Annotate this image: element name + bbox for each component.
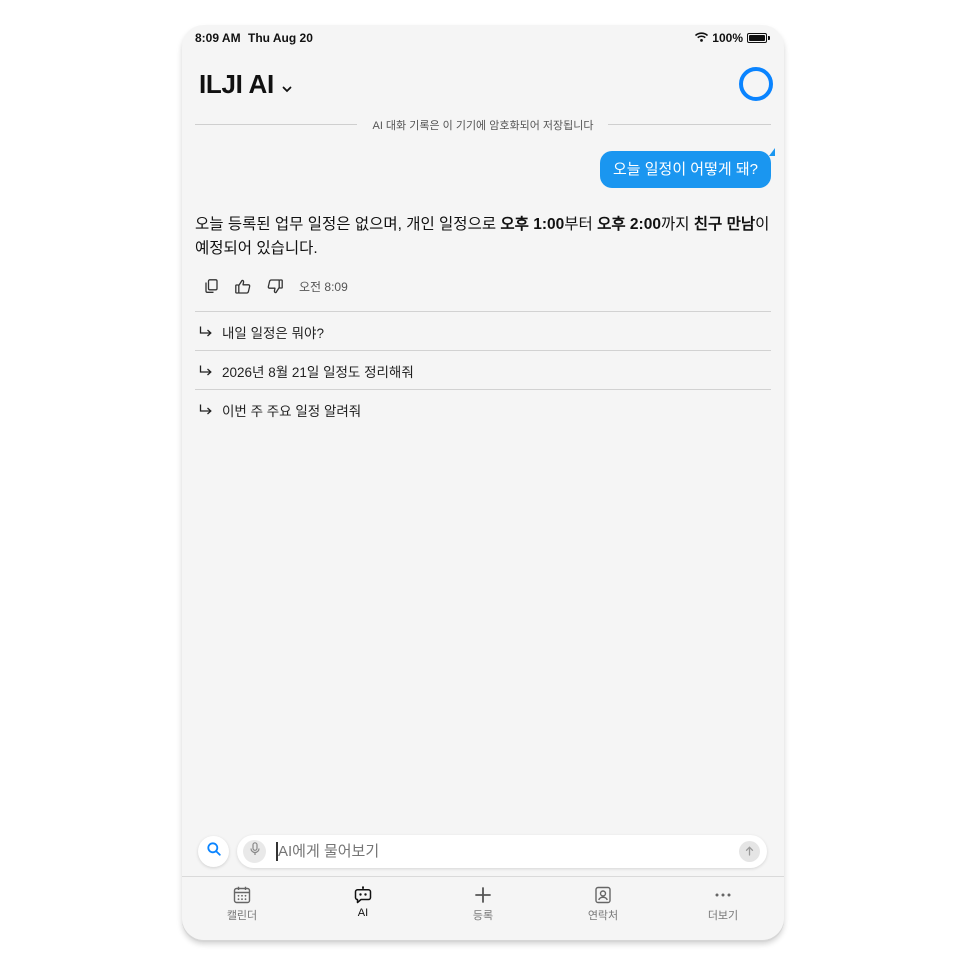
tab-label: AI	[357, 907, 369, 919]
page-title: ILJI AI	[199, 69, 274, 99]
chat-input[interactable]	[278, 843, 718, 860]
ai-orb-icon[interactable]	[739, 67, 773, 101]
reply-arrow-icon	[199, 326, 212, 338]
reply-arrow-icon	[199, 365, 212, 377]
search-icon	[206, 842, 221, 861]
plus-icon	[474, 885, 492, 905]
message-time: 오전 8:09	[299, 279, 348, 294]
mic-icon	[249, 842, 260, 861]
copy-icon[interactable]	[202, 277, 220, 295]
status-time: 8:09 AM	[195, 31, 241, 45]
suggestion-item[interactable]: 2026년 8월 21일 일정도 정리해줘	[195, 350, 771, 390]
suggestion-item[interactable]: 내일 일정은 뭐야?	[195, 311, 771, 351]
status-indicators: 100%	[695, 31, 770, 45]
user-message-bubble: 오늘 일정이 어떻게 돼?	[599, 151, 771, 188]
battery-percent: 100%	[712, 31, 743, 45]
wifi-icon	[695, 31, 709, 45]
search-button[interactable]	[198, 836, 229, 867]
arrow-up-icon	[745, 843, 754, 861]
battery-icon	[747, 33, 767, 43]
status-date: Thu Aug 20	[248, 31, 313, 45]
calendar-icon	[233, 885, 251, 905]
chevron-down-icon	[282, 69, 292, 100]
thumbs-down-icon[interactable]	[266, 277, 284, 295]
suggestion-item[interactable]: 이번 주 주요 일정 알려줘	[195, 389, 771, 429]
message-actions: 오전 8:09	[202, 275, 348, 297]
contacts-icon	[594, 885, 612, 905]
encryption-notice: AI 대화 기록은 이 기기에 암호화되어 저장됩니다	[182, 117, 784, 133]
ai-message: 오늘 등록된 업무 일정은 없으며, 개인 일정으로 오후 1:00부터 오후 …	[195, 216, 770, 257]
tab-label: 연락처	[587, 910, 619, 922]
tab-more[interactable]: 더보기	[683, 885, 763, 923]
tab-contacts[interactable]: 연락처	[563, 885, 643, 923]
chat-input-bar	[237, 835, 767, 868]
send-button[interactable]	[739, 841, 760, 862]
tab-add[interactable]: 등록	[443, 885, 523, 923]
app-window: 8:09 AM Thu Aug 20 100% ILJI AI AI 대화 기록…	[182, 25, 784, 940]
tab-label: 등록	[472, 910, 494, 922]
ai-bot-icon	[354, 885, 372, 905]
reply-arrow-icon	[199, 404, 212, 416]
tab-bar: 캘린더 AI 등록 연락처 더보기	[182, 876, 784, 940]
tab-ai[interactable]: AI	[323, 885, 403, 919]
tab-label: 캘린더	[226, 910, 258, 922]
model-selector[interactable]: ILJI AI	[199, 69, 292, 100]
tab-calendar[interactable]: 캘린더	[202, 885, 282, 923]
thumbs-up-icon[interactable]	[234, 277, 252, 295]
more-icon	[714, 885, 732, 905]
status-bar: 8:09 AM Thu Aug 20 100%	[182, 25, 784, 51]
mic-button[interactable]	[243, 840, 266, 863]
tab-label: 더보기	[707, 910, 739, 922]
